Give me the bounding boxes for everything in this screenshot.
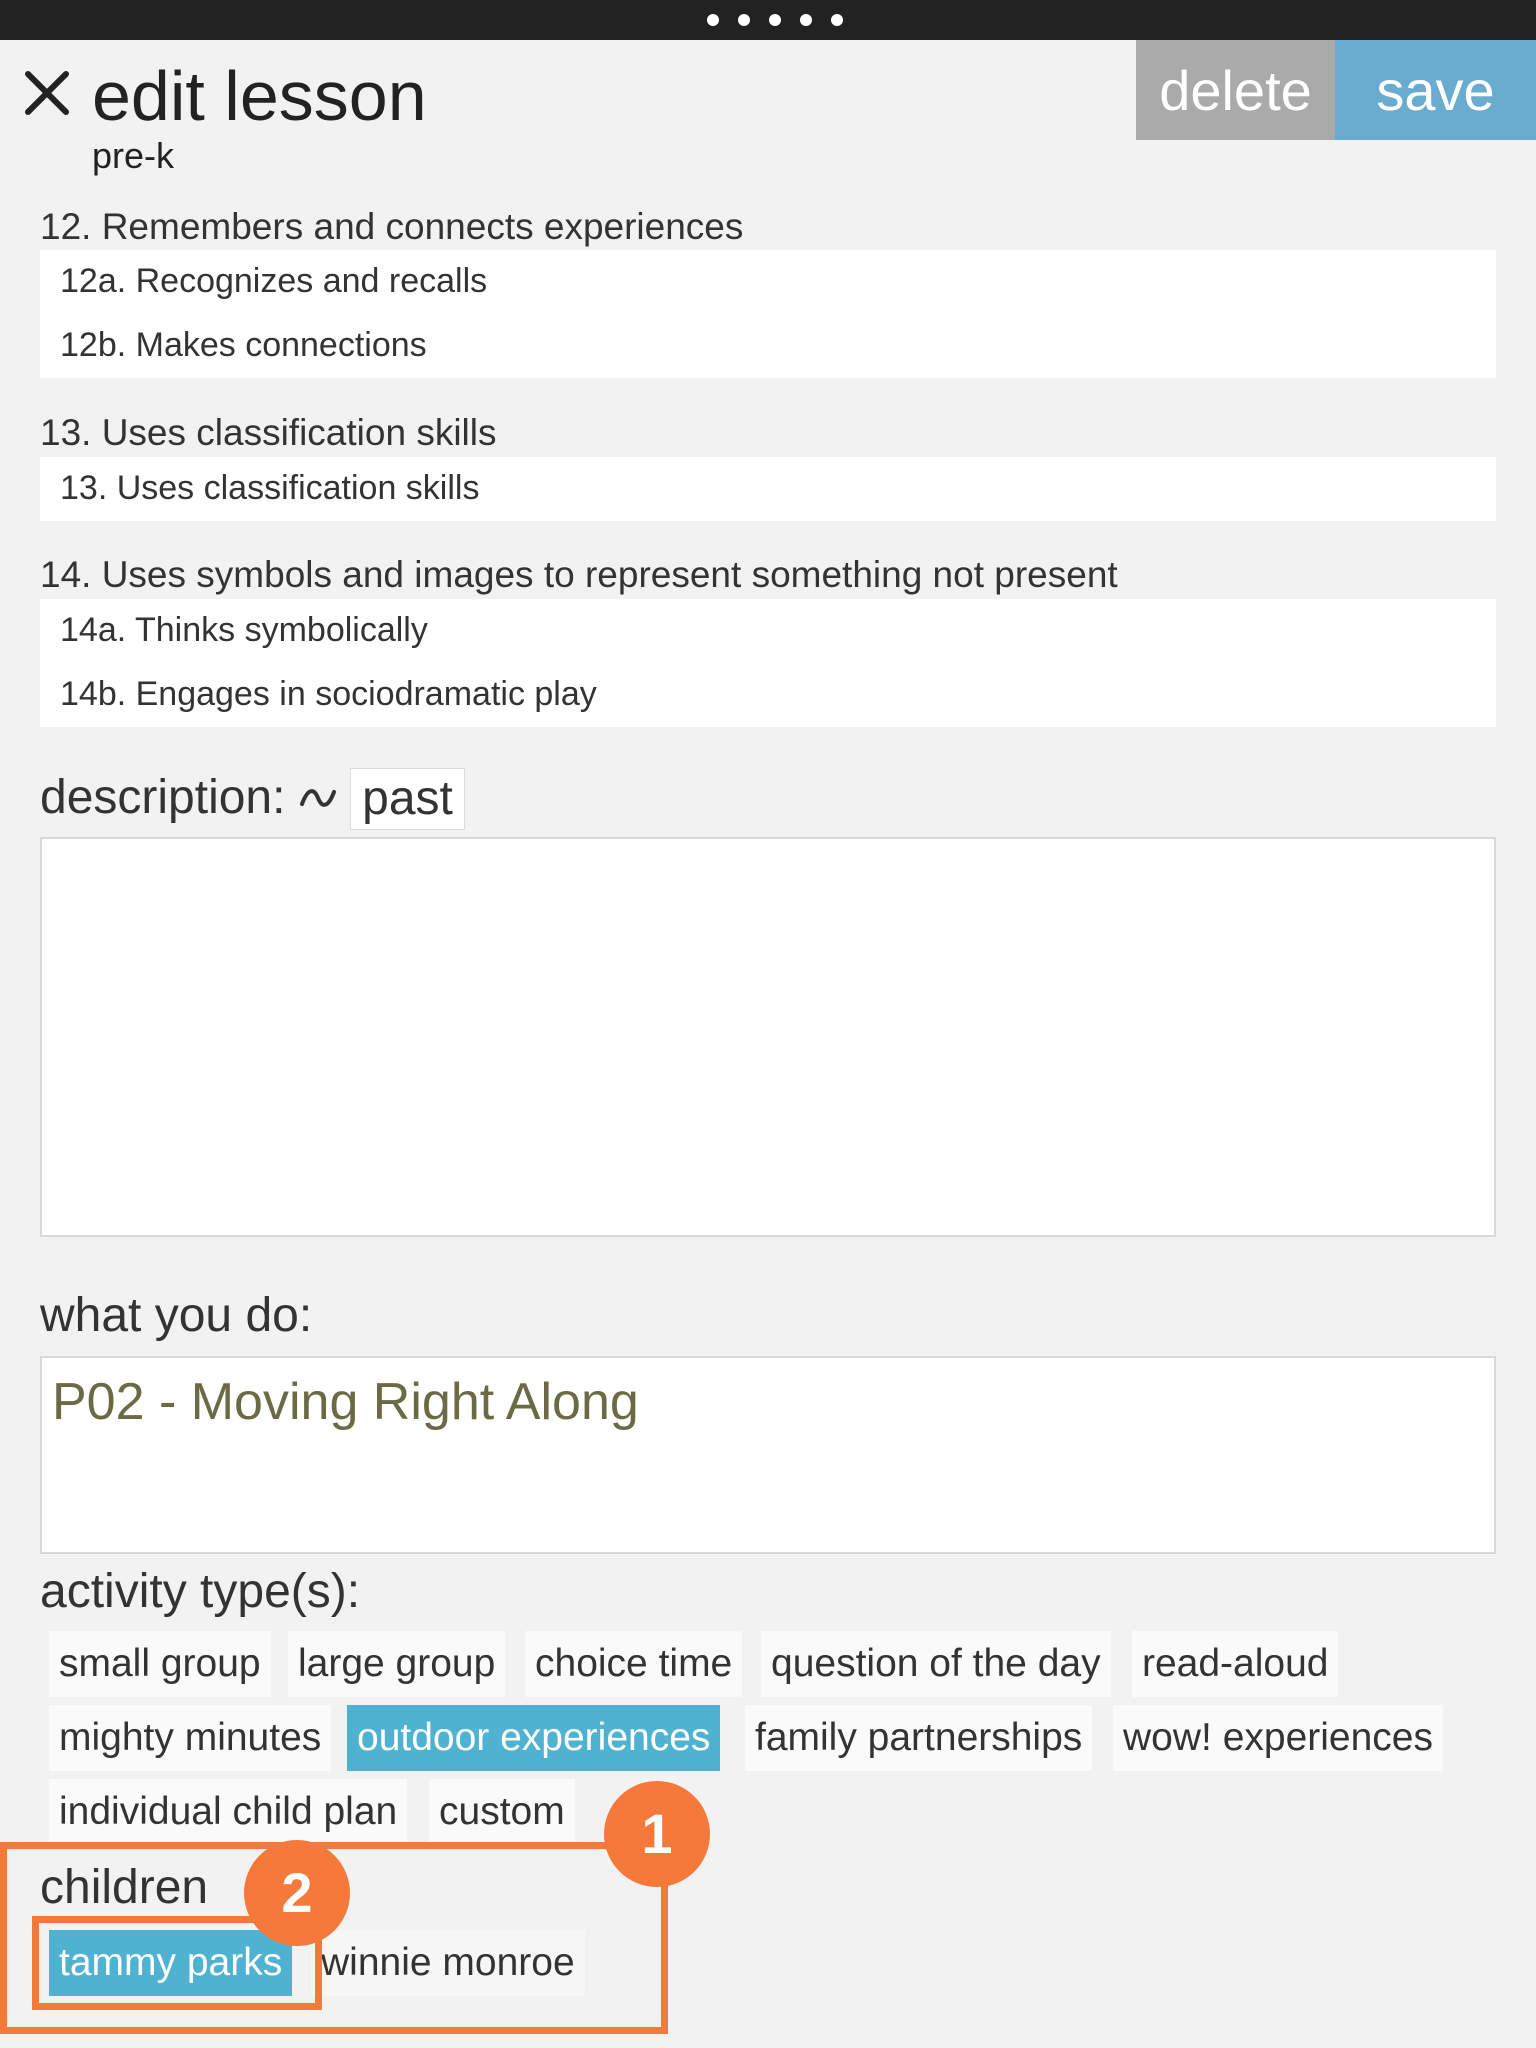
- dot-icon: [769, 14, 781, 26]
- status-bar: [0, 0, 1536, 40]
- activity-chip-read-aloud[interactable]: read-aloud: [1132, 1631, 1339, 1697]
- what-you-do-value: P02 - Moving Right Along: [52, 1373, 639, 1431]
- child-chip-tammy-parks[interactable]: tammy parks: [49, 1930, 293, 1996]
- description-label: description:: [40, 771, 286, 824]
- annotation-badge-1: 1: [604, 1781, 710, 1887]
- standard-item[interactable]: 12a. Recognizes and recalls: [60, 262, 487, 301]
- delete-button[interactable]: delete: [1136, 40, 1335, 140]
- activity-chip-wow-experiences[interactable]: wow! experiences: [1113, 1705, 1443, 1771]
- what-you-do-label: what you do:: [40, 1289, 313, 1342]
- activity-chip-outdoor-experiences[interactable]: outdoor experiences: [347, 1705, 721, 1771]
- activity-chip-large-group[interactable]: large group: [288, 1631, 506, 1697]
- past-button[interactable]: past: [350, 768, 465, 830]
- dot-icon: [800, 14, 812, 26]
- activity-chip-question-of-the-day[interactable]: question of the day: [761, 1631, 1111, 1697]
- activity-chip-family-partnerships[interactable]: family partnerships: [745, 1705, 1093, 1771]
- page-indicator: [707, 14, 843, 26]
- wave-icon[interactable]: [298, 782, 338, 812]
- page-title: edit lesson: [92, 57, 427, 135]
- activity-chip-mighty-minutes[interactable]: mighty minutes: [49, 1705, 332, 1771]
- standard-item[interactable]: 13. Uses classification skills: [60, 469, 479, 508]
- children-label: children: [40, 1861, 209, 1914]
- close-icon[interactable]: [24, 70, 70, 116]
- standard-item[interactable]: 12b. Makes connections: [60, 326, 427, 365]
- standard-items-box: 13. Uses classification skills: [40, 457, 1496, 521]
- standard-group-title: 13. Uses classification skills: [40, 412, 497, 453]
- child-chip-winnie-monroe[interactable]: winnie monroe: [311, 1930, 585, 1996]
- dot-icon: [738, 14, 750, 26]
- standard-items-box: 12a. Recognizes and recalls 12b. Makes c…: [40, 250, 1496, 378]
- activity-chip-individual-child-plan[interactable]: individual child plan: [49, 1779, 408, 1845]
- standard-items-box: 14a. Thinks symbolically 14b. Engages in…: [40, 599, 1496, 727]
- activity-types-label: activity type(s):: [40, 1565, 361, 1618]
- dot-icon: [707, 14, 719, 26]
- standard-group-title: 12. Remembers and connects experiences: [40, 206, 744, 247]
- save-button[interactable]: save: [1335, 40, 1536, 140]
- standard-group-title: 14. Uses symbols and images to represent…: [40, 554, 1118, 595]
- activity-chip-choice-time[interactable]: choice time: [525, 1631, 743, 1697]
- standard-item[interactable]: 14b. Engages in sociodramatic play: [60, 675, 597, 714]
- dot-icon: [831, 14, 843, 26]
- annotation-badge-2: 2: [244, 1840, 350, 1946]
- standard-item[interactable]: 14a. Thinks symbolically: [60, 611, 428, 650]
- header: edit lesson pre-k delete save: [0, 40, 1536, 180]
- activity-chip-custom[interactable]: custom: [429, 1779, 575, 1845]
- page-subtitle: pre-k: [92, 135, 175, 176]
- description-textarea[interactable]: [40, 837, 1496, 1237]
- what-you-do-textarea[interactable]: P02 - Moving Right Along: [40, 1356, 1496, 1554]
- activity-chip-small-group[interactable]: small group: [49, 1631, 271, 1697]
